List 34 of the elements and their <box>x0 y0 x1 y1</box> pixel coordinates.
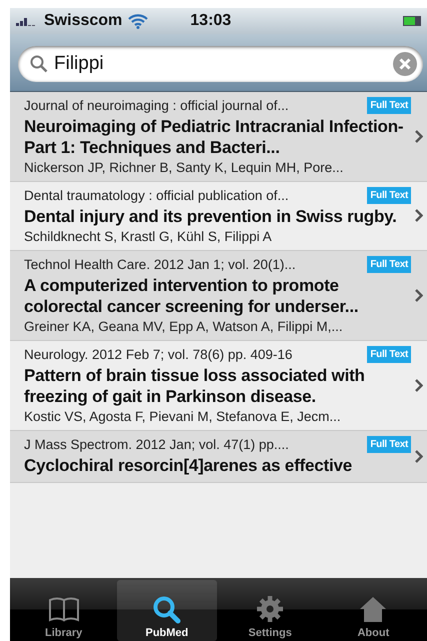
clear-icon[interactable] <box>393 52 417 76</box>
tab-item[interactable]: About <box>324 580 423 641</box>
chevron-icon <box>415 130 423 142</box>
chevron-icon <box>415 209 423 222</box>
carrier-name: Swisscom <box>44 12 122 30</box>
journal-citation: Dental traumatology : official publication of... <box>24 188 290 203</box>
article-row[interactable]: Journal of neuroimaging : official journal of... Full Text Neuroimaging of Pediatric Intracranial Infection-Part 1: Techniques and Bacteri... Nickerson JP, Richner B, Santy K, Lequin MH, Pore... <box>10 92 427 182</box>
chevron-icon <box>415 450 423 462</box>
wifi-icon <box>128 14 148 28</box>
signal-icon <box>16 16 38 26</box>
article-row[interactable]: Technol Health Care. 2012 Jan 1; vol. 20(1)... Full Text A computerized intervention to promote colorectal cancer screening for underser... Greiner KA, Geana MV, Epp A, Watson A, Filippi M,... <box>10 251 427 341</box>
author-list: Nickerson JP, Richner B, Santy K, Lequin MH, Pore... <box>24 160 411 175</box>
author-list: Kostic VS, Agosta F, Pievani M, Stefanova E, Jecm... <box>24 409 411 424</box>
tab-item[interactable]: PubMed <box>117 580 216 641</box>
tab-item[interactable]: Settings <box>220 580 320 641</box>
article-title: Dental injury and its prevention in Swiss rugby. <box>24 206 398 227</box>
battery-icon <box>403 16 421 26</box>
journal-citation: J Mass Spectrom. 2012 Jan; vol. 47(1) pp.... <box>24 437 290 452</box>
search-field[interactable]: Filippi <box>18 46 423 82</box>
article-title: Cyclochiral resorcin[4]arenes as effective <box>24 455 353 476</box>
clock-time: 13:03 <box>190 12 232 30</box>
chevron-icon <box>415 288 423 302</box>
article-title: Pattern of brain tissue loss associated with freezing of gait in Parkinson disease. <box>24 365 366 407</box>
journal-citation: Journal of neuroimaging : official journal of... <box>24 98 290 113</box>
search-icon <box>30 55 48 73</box>
article-title: A computerized intervention to promote colorectal cancer screening for underser... <box>24 275 360 317</box>
author-list: Greiner KA, Geana MV, Epp A, Watson A, Filippi M,... <box>24 319 411 334</box>
chevron-icon <box>415 378 423 392</box>
article-row[interactable]: J Mass Spectrom. 2012 Jan; vol. 47(1) pp.... Full Text Cyclochiral resorcin[4]arenes as effective <box>10 431 427 483</box>
journal-citation: Technol Health Care. 2012 Jan 1; vol. 20(1)... <box>24 257 297 272</box>
author-list: Schildknecht S, Krastl G, Kühl S, Filippi A <box>24 229 411 244</box>
journal-citation: Neurology. 2012 Feb 7; vol. 78(6) pp. 409-16 <box>24 347 294 362</box>
tab-item[interactable]: Library <box>14 580 114 641</box>
article-title: Neuroimaging of Pediatric Intracranial Infection-Part 1: Techniques and Bacteri... <box>24 116 404 158</box>
